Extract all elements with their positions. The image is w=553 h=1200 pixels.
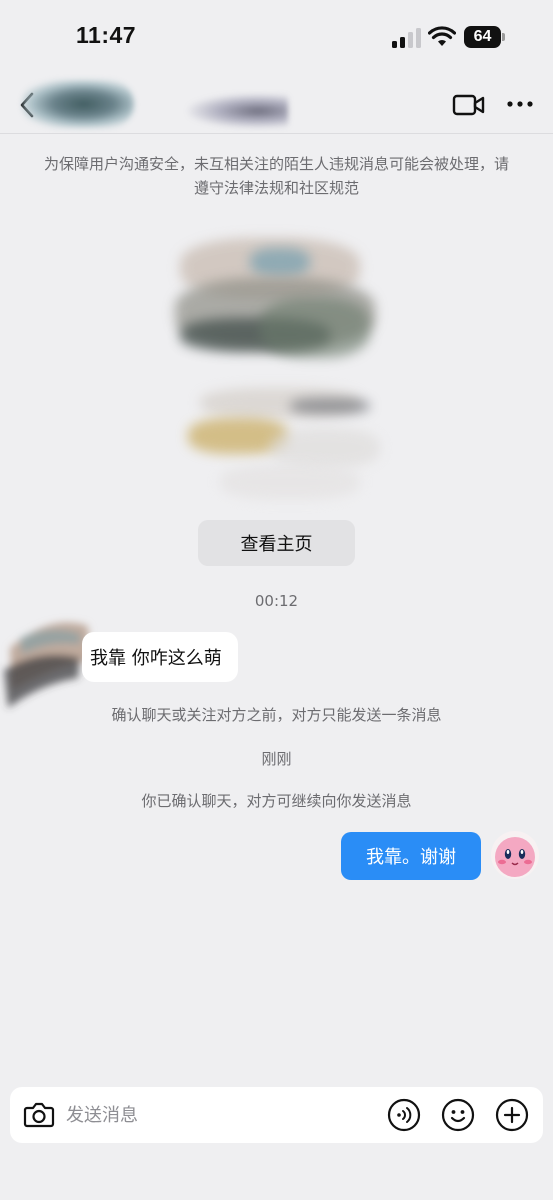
safety-notice: 为保障用户沟通安全，未互相关注的陌生人违规消息可能会被处理，请遵守法律法规和社区… <box>43 155 509 197</box>
battery-icon: 64 <box>464 26 506 48</box>
plus-circle-icon[interactable] <box>495 1098 529 1132</box>
just-now-label: 刚刚 <box>261 750 292 768</box>
emoji-face-icon[interactable] <box>441 1098 475 1132</box>
confirmed-note: 你已确认聊天，对方可继续向你发送消息 <box>141 792 412 810</box>
status-time: 11:47 <box>76 22 137 48</box>
view-profile-button[interactable]: 查看主页 <box>198 520 355 566</box>
received-message-bubble[interactable]: 我靠 你咋这么萌 <box>82 632 238 682</box>
my-avatar[interactable] <box>491 831 539 879</box>
battery-level: 64 <box>464 26 501 48</box>
profile-preview-image <box>160 228 390 508</box>
wifi-icon <box>428 26 456 46</box>
contact-avatar[interactable] <box>22 80 134 128</box>
video-camera-icon[interactable] <box>452 92 486 118</box>
chat-header <box>0 72 553 134</box>
camera-icon[interactable] <box>22 1098 56 1132</box>
contact-name[interactable] <box>188 94 288 128</box>
sent-message-bubble[interactable]: 我靠。谢谢 <box>341 832 481 880</box>
status-bar: 11:47 64 <box>0 0 553 72</box>
message-input-bar <box>10 1087 543 1143</box>
message-input[interactable] <box>66 1095 376 1135</box>
voice-wave-icon[interactable] <box>387 1098 421 1132</box>
cellular-signal-icon <box>392 28 421 48</box>
more-dots-icon[interactable] <box>506 94 534 114</box>
confirm-limit-note: 确认聊天或关注对方之前，对方只能发送一条消息 <box>111 706 442 724</box>
battery-tip <box>502 33 505 41</box>
